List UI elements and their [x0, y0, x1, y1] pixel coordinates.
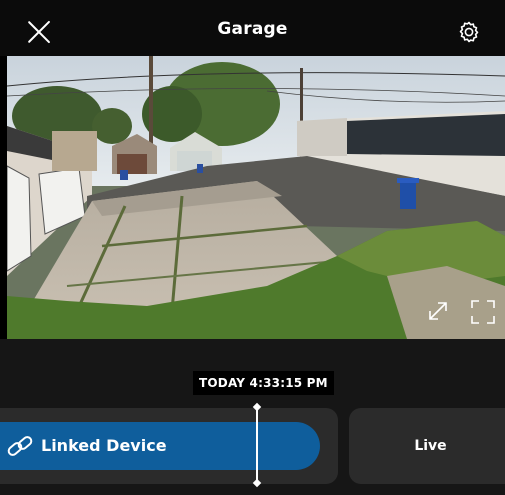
- camera-image: [7, 56, 505, 339]
- linked-device-label: Linked Device: [41, 436, 167, 455]
- camera-feed[interactable]: [7, 56, 505, 339]
- timeline-scrubber[interactable]: [256, 406, 258, 486]
- timestamp-label: TODAY 4:33:15 PM: [193, 371, 334, 395]
- gear-icon[interactable]: [457, 20, 481, 44]
- live-label: Live: [414, 438, 447, 454]
- page-title: Garage: [217, 19, 288, 39]
- fullscreen-icon[interactable]: [470, 299, 496, 325]
- top-bar: Garage: [0, 0, 505, 56]
- expand-icon[interactable]: [426, 299, 450, 323]
- link-icon: [7, 436, 33, 456]
